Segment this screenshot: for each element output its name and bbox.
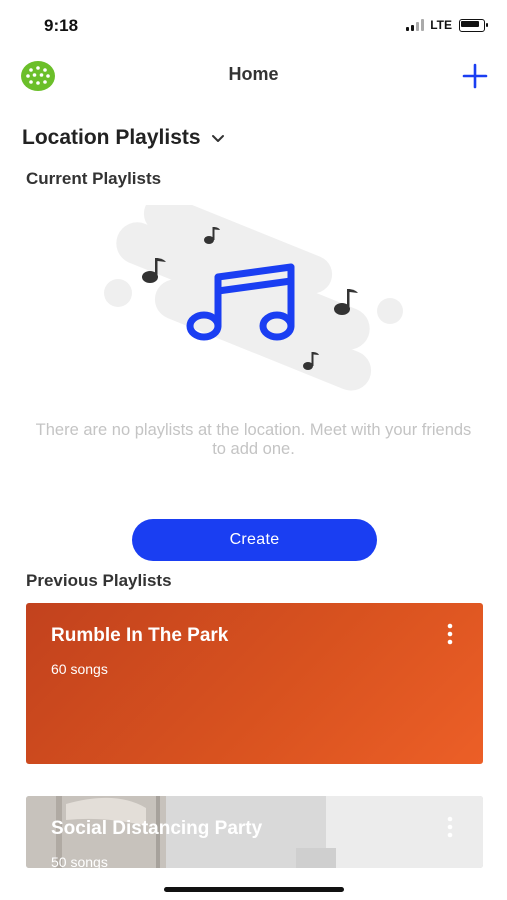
battery-icon [459, 18, 488, 32]
status-time: 9:18 [44, 16, 79, 35]
playlist-song-count: 50 songs [51, 854, 108, 868]
current-playlists-heading: Current Playlists [26, 169, 162, 188]
section-title: Location Playlists [22, 126, 201, 149]
playlist-song-count: 60 songs [51, 661, 108, 677]
location-playlists-dropdown[interactable]: Location Playlists [22, 126, 225, 150]
signal-icon [406, 19, 425, 31]
status-indicators: LTE [406, 18, 488, 32]
leaf-logo-icon[interactable] [20, 60, 56, 92]
previous-playlists-heading: Previous Playlists [26, 571, 172, 590]
create-button[interactable]: Create [132, 519, 377, 561]
playlist-name: Rumble In The Park [51, 625, 229, 646]
home-indicator [164, 887, 344, 892]
network-label: LTE [430, 18, 452, 32]
more-options-icon[interactable] [445, 623, 455, 645]
chevron-down-icon [211, 135, 224, 142]
page-title: Home [228, 64, 279, 84]
more-options-icon[interactable] [445, 816, 455, 838]
music-notes-icon [98, 194, 410, 395]
playlist-card[interactable]: Social Distancing Party 50 songs [26, 796, 483, 868]
playlist-card[interactable]: Rumble In The Park 60 songs [26, 603, 483, 764]
status-bar: 9:18 LTE [0, 0, 507, 50]
empty-state-message: There are no playlists at the location. … [35, 421, 472, 458]
plus-icon[interactable] [461, 62, 489, 90]
playlist-name: Social Distancing Party [51, 818, 263, 839]
